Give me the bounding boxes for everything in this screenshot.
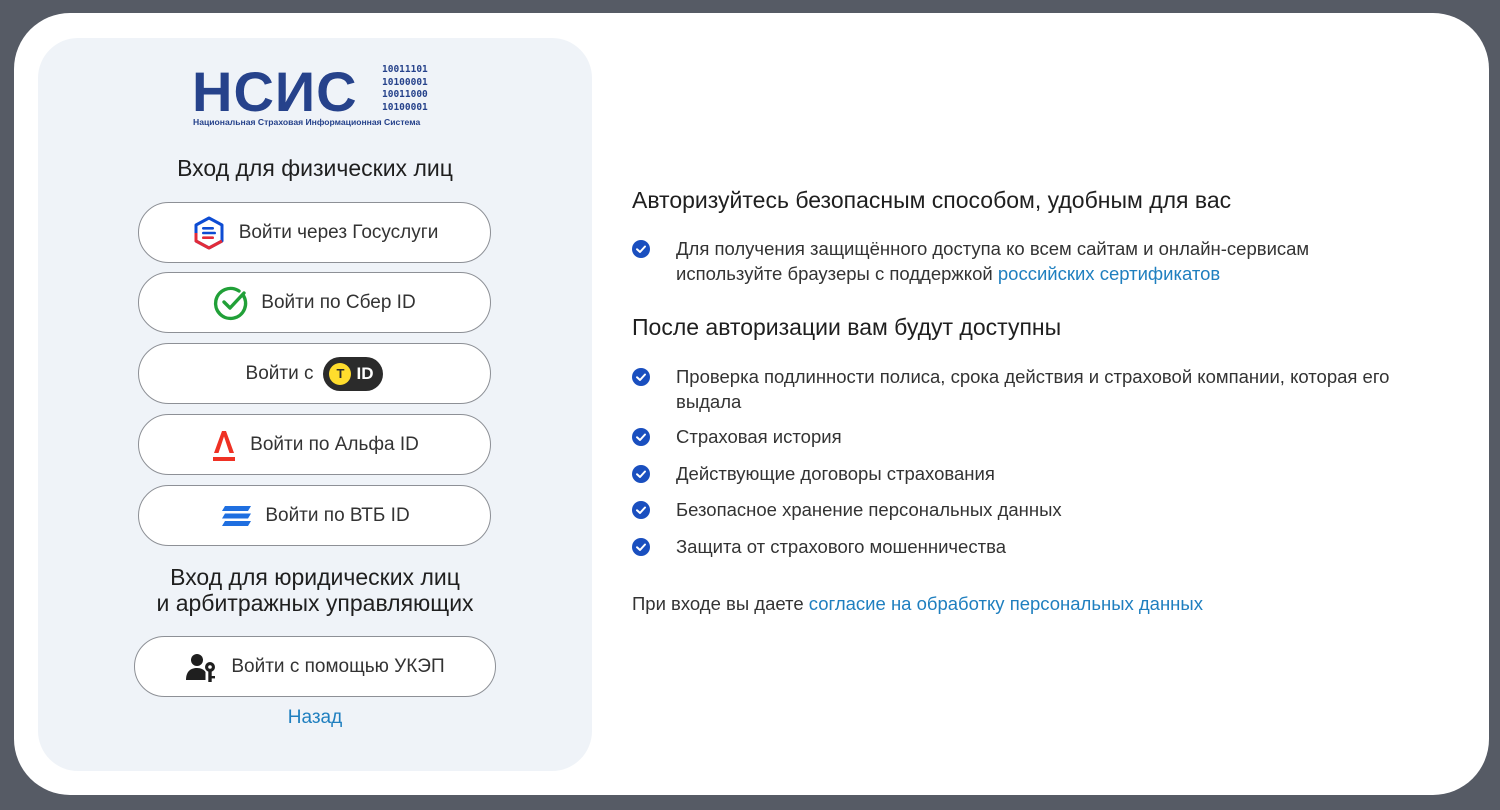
vtb-icon xyxy=(219,503,253,529)
browser-note-line2: используйте браузеры с поддержкой xyxy=(676,263,998,284)
alfa-login-button[interactable]: Войти по Альфа ID xyxy=(138,414,491,475)
logo-binary-line: 10011000 xyxy=(382,89,428,100)
tid-login-button[interactable]: Войти с T ID xyxy=(138,343,491,404)
check-circle-icon xyxy=(632,428,650,446)
legal-title-line2: и арбитражных управляющих xyxy=(156,590,474,616)
ukep-login-label: Войти с помощью УКЭП xyxy=(231,655,445,677)
tid-badge-label: ID xyxy=(356,363,374,383)
individuals-title: Вход для физических лиц xyxy=(177,155,453,181)
check-circle-icon xyxy=(632,240,650,258)
info-heading-features: После авторизации вам будут доступны xyxy=(632,314,1062,340)
tid-badge: T ID xyxy=(323,356,384,391)
logo-binary-line: 10100001 xyxy=(382,101,428,113)
logo-wordmark: НСИС xyxy=(192,60,358,123)
vtb-login-label: Войти по ВТБ ID xyxy=(265,504,410,526)
ukep-login-button[interactable]: Войти с помощью УКЭП xyxy=(134,636,496,697)
gosuslugi-login-button[interactable]: Войти через Госуслуги xyxy=(138,202,491,263)
back-link[interactable]: Назад xyxy=(38,707,592,729)
logo-binary: 10011101 10100001 10011000 10100001 xyxy=(382,64,428,114)
alfa-login-label: Войти по Альфа ID xyxy=(250,433,419,455)
alfa-icon xyxy=(210,427,238,463)
sber-login-button[interactable]: Войти по Сбер ID xyxy=(138,272,491,333)
gosuslugi-icon xyxy=(191,215,227,251)
feature-text: Действующие договоры страхования xyxy=(676,463,995,484)
t-shield-icon: T xyxy=(329,362,352,385)
russian-certificates-link[interactable]: российских сертификатов xyxy=(998,263,1220,284)
gosuslugi-login-label: Войти через Госуслуги xyxy=(238,221,439,243)
feature-text: Защита от страхового мошенничества xyxy=(676,536,1006,557)
check-circle-icon xyxy=(632,368,650,386)
check-circle-icon xyxy=(632,465,650,483)
personal-data-consent-link[interactable]: согласие на обработку персональных данны… xyxy=(809,593,1203,614)
logo-subtitle: Национальная Страховая Информационная Си… xyxy=(193,117,421,127)
logo-binary-line: 10011101 xyxy=(382,64,428,75)
tid-login-label: Войти с xyxy=(245,362,314,384)
info-heading-auth: Авторизуйтесь безопасным способом, удобн… xyxy=(632,187,1232,213)
feature-text: Страховая история xyxy=(676,426,842,447)
logo-binary-line: 10100001 xyxy=(382,76,428,88)
feature-text: Проверка подлинности полиса, срока дейст… xyxy=(676,366,1390,412)
consent-note: При входе вы даете согласие на обработку… xyxy=(632,593,1203,615)
browser-note-line1: Для получения защищённого доступа ко все… xyxy=(676,238,1310,259)
vtb-login-button[interactable]: Войти по ВТБ ID xyxy=(138,485,491,546)
browser-note-text: Для получения защищённого доступа ко все… xyxy=(676,236,1436,286)
sber-icon xyxy=(213,285,249,321)
feature-text: Безопасное хранение персональных данных xyxy=(676,499,1062,520)
nsis-logo: НСИС 10011101 10100001 10011000 10100001… xyxy=(192,64,442,130)
sber-login-label: Войти по Сбер ID xyxy=(261,291,416,313)
consent-prefix: При входе вы даете xyxy=(632,593,809,614)
check-circle-icon xyxy=(632,538,650,556)
user-key-icon xyxy=(185,650,219,684)
legal-title-line1: Вход для юридических лиц xyxy=(170,564,460,590)
check-circle-icon xyxy=(632,501,650,519)
